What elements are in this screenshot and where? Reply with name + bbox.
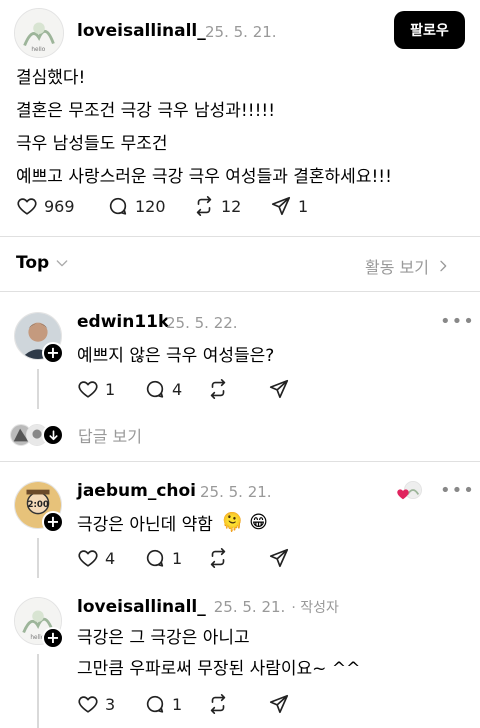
reply-repost-button[interactable] (207, 378, 235, 400)
reply-like-button[interactable]: 1 (77, 378, 115, 400)
follow-plus-button[interactable]: + (42, 342, 64, 364)
view-replies-row[interactable]: 답글 보기 (10, 423, 142, 447)
reply-username[interactable]: loveisallinall_ (77, 597, 206, 617)
comment-count: 120 (135, 196, 166, 216)
reply-like-button[interactable]: 3 (77, 693, 115, 715)
reply-date: 25. 5. 21. (200, 483, 272, 501)
sort-label: Top (16, 253, 50, 273)
repost-icon (210, 379, 226, 399)
reply-repost-button[interactable] (207, 693, 235, 715)
heart-icon (17, 198, 37, 215)
reply-line: 그만큼 우파로써 무장된 사람이요~ ^^ (77, 659, 361, 679)
sort-dropdown[interactable]: Top (16, 253, 70, 273)
more-icon[interactable]: ••• (440, 480, 475, 501)
follow-button-label: 팔로우 (410, 23, 449, 39)
share-icon (269, 694, 289, 714)
comment-button[interactable]: 120 (107, 195, 166, 217)
heart-icon (78, 696, 98, 713)
reply-comment-button[interactable]: 4 (144, 378, 182, 400)
reply-repost-button[interactable] (207, 547, 235, 569)
reply-comment-count: 1 (172, 548, 183, 568)
reply-header: loveisallinall_ 25. 5. 21. · 작성자 (77, 597, 339, 617)
post-line: 결혼은 무조건 극강 극우 남성과!!!!! (16, 101, 276, 121)
follow-plus-button[interactable]: + (42, 627, 64, 649)
view-activity-link[interactable]: 활동 보기 (365, 254, 451, 278)
reply-body: 극강은 그 극강은 아니고 그만큼 우파로써 무장된 사람이요~ ^^ (77, 623, 360, 685)
post-date: 25. 5. 21. (205, 23, 277, 41)
share-button[interactable]: 1 (270, 195, 308, 217)
author-username[interactable]: loveisallinall_ (77, 21, 206, 41)
reply-like-button[interactable]: 4 (77, 547, 115, 569)
reply-comment-button[interactable]: 1 (144, 547, 182, 569)
follow-button[interactable]: 팔로우 (394, 11, 465, 49)
chevron-down-icon (56, 260, 68, 267)
reply-like-count: 3 (105, 694, 116, 714)
author-tag: · 작성자 (291, 600, 339, 616)
thread-line (37, 538, 39, 578)
more-icon[interactable]: ••• (440, 311, 475, 332)
reply-like-count: 4 (105, 548, 116, 568)
reply-username[interactable]: jaebum_choi (77, 481, 196, 501)
arrow-down-icon (42, 424, 64, 446)
like-count: 969 (44, 196, 75, 216)
repost-icon (196, 196, 212, 216)
reply-text-row: 극강은 아닌데 약함 🫠 😁 (77, 510, 268, 535)
author-avatar[interactable]: hello (14, 8, 64, 58)
repost-button[interactable]: 12 (193, 195, 241, 217)
reply-date: 25. 5. 21. (213, 598, 286, 616)
comment-icon (109, 197, 127, 215)
heart-icon (78, 550, 98, 567)
view-replies-label: 답글 보기 (78, 427, 142, 446)
reply-comment-button[interactable]: 1 (144, 693, 182, 715)
post-line: 극우 남성들도 무조건 (16, 134, 168, 154)
post-line: 예쁘고 사랑스러운 극강 극우 여성들과 결혼하세요!!! (16, 167, 392, 187)
comment-icon (146, 380, 164, 398)
liked-by-author-badge (397, 481, 424, 501)
repost-count: 12 (221, 196, 242, 216)
reply-share-button[interactable] (268, 547, 296, 569)
repost-icon (210, 548, 226, 568)
reply-date: 25. 5. 22. (166, 314, 238, 332)
like-button[interactable]: 969 (16, 195, 75, 217)
chevron-right-icon (440, 260, 447, 272)
thread-line (37, 369, 39, 409)
post-body: 결심했다! 결혼은 무조건 극강 극우 남성과!!!!! 극우 남성들도 무조건… (16, 62, 466, 194)
svg-text:2:00: 2:00 (27, 500, 48, 510)
repost-icon (210, 694, 226, 714)
reply-share-button[interactable] (268, 693, 296, 715)
thread-line (37, 654, 39, 728)
share-icon (269, 548, 289, 568)
divider (0, 291, 480, 292)
share-count: 1 (298, 196, 309, 216)
share-icon (269, 379, 289, 399)
reply-comment-count: 1 (172, 694, 183, 714)
reply-share-button[interactable] (268, 378, 296, 400)
reply-like-count: 1 (105, 379, 116, 399)
reply-emoji: 🫠 😁 (220, 512, 268, 533)
view-activity-label: 활동 보기 (365, 258, 429, 277)
reply-username[interactable]: edwin11k (77, 312, 169, 332)
reply-text: 예쁘지 않은 극우 여성들은? (77, 346, 275, 366)
divider (0, 236, 480, 237)
follow-plus-button[interactable]: + (42, 511, 64, 533)
svg-text:hello: hello (31, 47, 45, 53)
post-line: 결심했다! (16, 68, 86, 88)
share-icon (271, 196, 291, 216)
reply-comment-count: 4 (172, 379, 183, 399)
comment-icon (146, 549, 164, 567)
reply-text: 극강은 아닌데 약함 (77, 515, 213, 535)
heart-icon (78, 381, 98, 398)
comment-icon (146, 695, 164, 713)
heart-icon (397, 489, 409, 500)
divider (0, 461, 480, 462)
reply-line: 극강은 그 극강은 아니고 (77, 628, 250, 648)
